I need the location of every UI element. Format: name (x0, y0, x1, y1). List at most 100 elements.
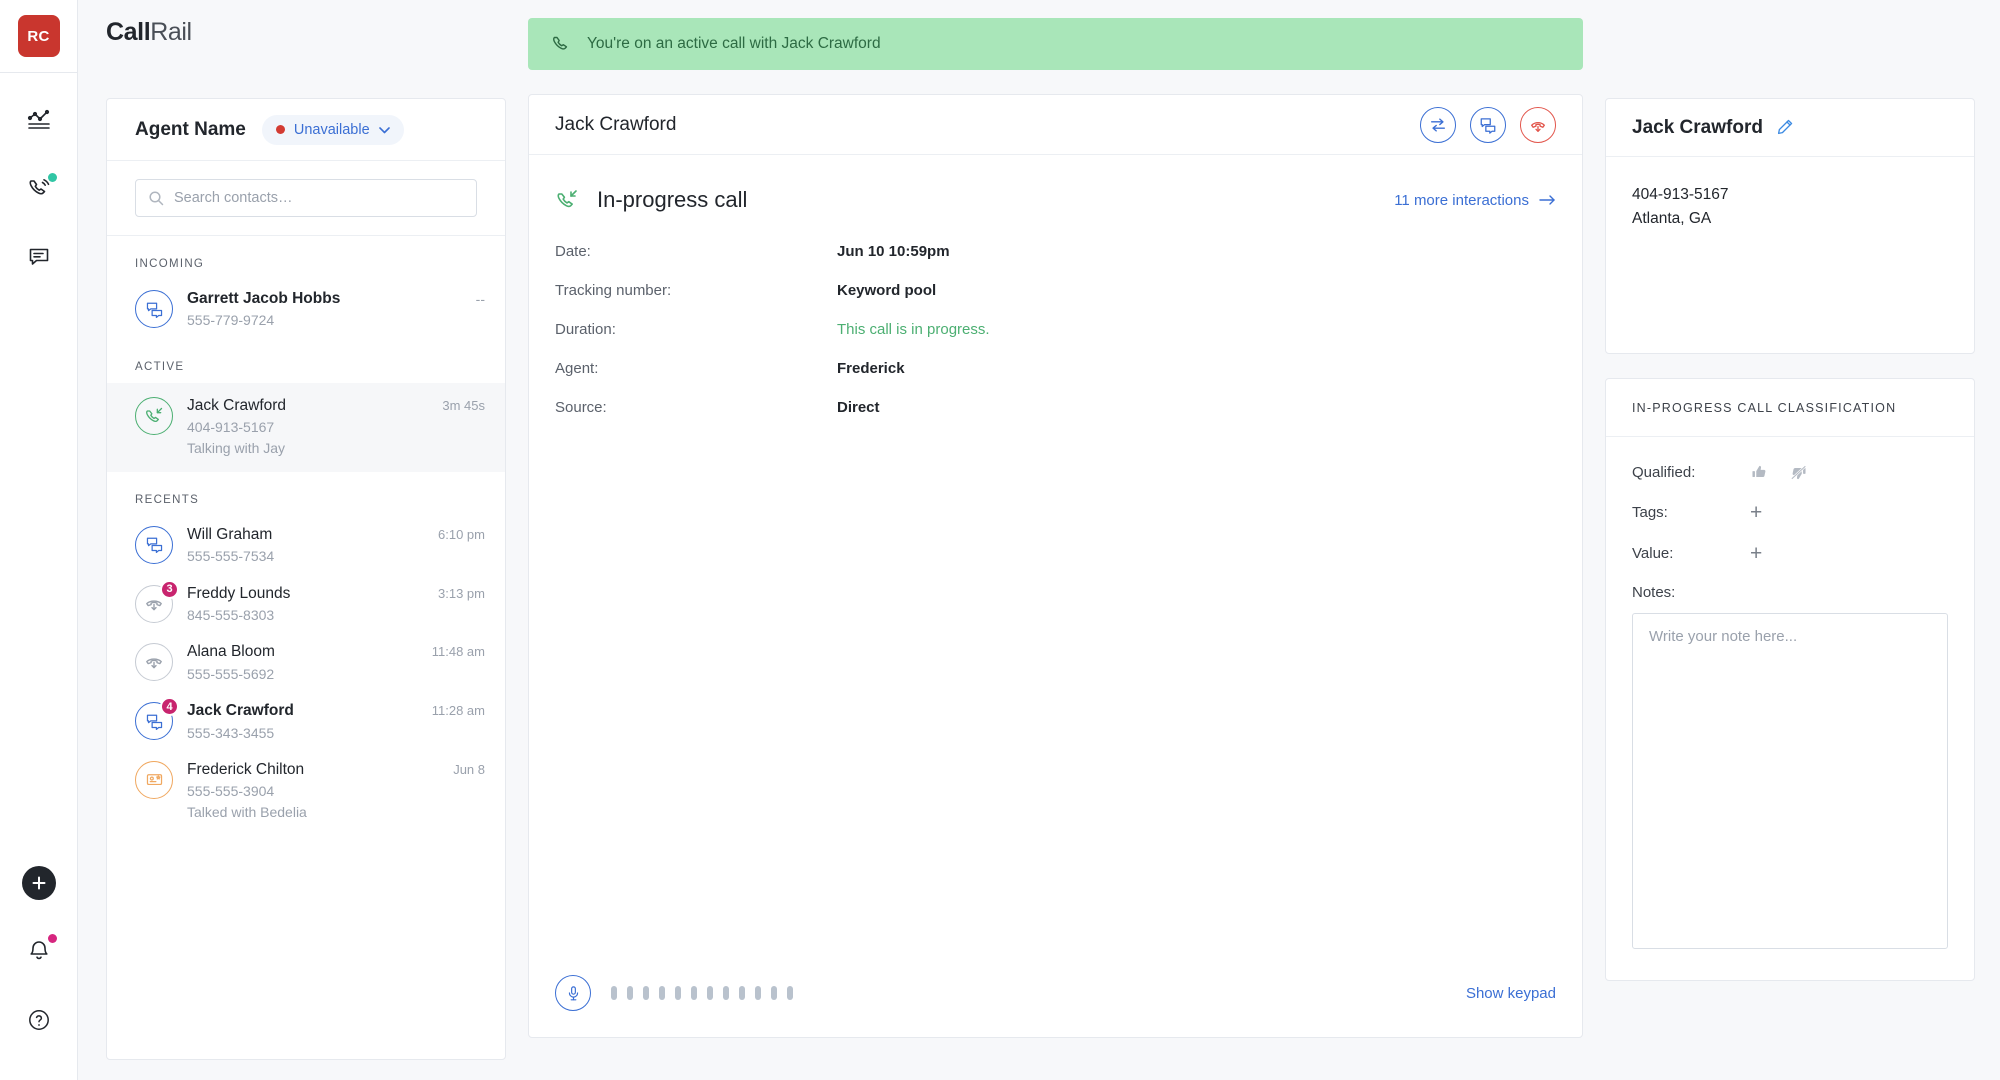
account-avatar[interactable]: RC (17, 15, 60, 57)
contact-info-line: Atlanta, GA (1632, 210, 1712, 228)
rail-item-messages[interactable] (19, 237, 59, 277)
audio-meter-bar (643, 986, 649, 1000)
call-contact-name: Jack Crawford (555, 113, 677, 135)
search-input[interactable] (174, 190, 464, 206)
mute-microphone-button[interactable] (555, 975, 591, 1011)
contact-phone: 555-555-3904 (187, 783, 275, 800)
bell-icon (27, 938, 51, 962)
contacts-group-label: INCOMING (135, 258, 205, 270)
audio-meter-bar (755, 986, 761, 1000)
contact-subtext: Talking with Jay (187, 439, 286, 456)
notes-textarea[interactable] (1632, 613, 1948, 949)
contact-text: Garrett Jacob Hobbs 555-779-9724 (187, 288, 462, 331)
agent-status-dropdown[interactable]: Unavailable (261, 114, 404, 145)
call-card: Jack Crawford In-progress call 11 more i… (528, 94, 1583, 1038)
audio-meter-bar (691, 986, 697, 1000)
microphone-icon (565, 985, 582, 1002)
audio-meter-bar (723, 986, 729, 1000)
audio-level-meter (611, 986, 793, 1000)
contact-timestamp: 11:48 am (431, 644, 485, 660)
contact-list-item[interactable]: Alana Bloom 555-555-5692 11:48 am (107, 633, 505, 692)
notes-label: Notes: (1632, 584, 1676, 601)
rail-item-calls[interactable] (19, 169, 59, 209)
classification-label: Value: (1632, 545, 1674, 562)
left-icon-rail: RC (0, 0, 78, 1080)
add-value-button[interactable]: + (1750, 543, 1762, 564)
audio-meter-bar (659, 986, 665, 1000)
add-button[interactable] (21, 866, 56, 900)
contact-info-panel: Jack Crawford 404-913-5167 Atlanta, GA (1605, 98, 1975, 354)
contact-timestamp: 3:13 pm (438, 585, 485, 601)
brand-logo-bold: Call (106, 18, 151, 46)
call-detail-value: Keyword pool (837, 282, 937, 299)
call-action-buttons (1420, 106, 1556, 143)
contacts-group-label: ACTIVE (135, 360, 185, 373)
qualified-toggle-group (1750, 463, 1808, 482)
call-detail-row: Agent: Frederick (555, 360, 1556, 377)
classification-label: Tags: (1632, 504, 1668, 521)
call-column: You're on an active call with Jack Crawf… (506, 0, 1605, 1080)
contact-text: Jack Crawford 404-913-5167 Talking with … (187, 395, 428, 458)
phone-icon (550, 34, 571, 55)
contact-list-item[interactable]: 3 Freddy Lounds 845-555-8303 3:13 pm (107, 575, 505, 634)
contact-name: Frederick Chilton (187, 760, 305, 778)
more-interactions-link[interactable]: 11 more interactions (1394, 192, 1556, 209)
messages-icon (27, 245, 51, 269)
search-section (107, 161, 505, 236)
help-button[interactable] (19, 1000, 59, 1040)
contact-phone: 555-555-5692 (187, 665, 275, 682)
three-column-layout: Agent Name Unavailable Search contacts… … (78, 0, 2000, 1080)
contact-list-item[interactable]: Garrett Jacob Hobbs 555-779-9724 -- (107, 280, 505, 339)
send-message-button[interactable] (1470, 106, 1506, 143)
show-keypad-link[interactable]: Show keypad (1466, 985, 1556, 1002)
voicemail-icon (144, 594, 164, 614)
contact-list-item[interactable]: 4 Jack Crawford 555-343-3455 11:28 am (107, 692, 505, 751)
search-box[interactable] (135, 179, 477, 217)
mic-controls (555, 975, 793, 1011)
call-detail-value: Jun 10 10:59pm (837, 243, 950, 260)
message-bubbles-icon (145, 712, 164, 731)
call-classification-panel: IN-PROGRESS CALL CLASSIFICATION Qualifie… (1605, 378, 1975, 981)
edit-pencil-icon[interactable] (1775, 118, 1794, 137)
rail-item-analytics[interactable] (19, 101, 59, 141)
contact-phone: 845-555-8303 (187, 607, 275, 624)
app-root: RC CallRail Agent Name Unavailable Searc… (0, 0, 2000, 1080)
contact-list-item[interactable]: Will Graham 555-555-7534 6:10 pm (107, 516, 505, 575)
add-tags-button[interactable]: + (1750, 502, 1762, 523)
brand-logo-light: Rail (150, 18, 192, 46)
thumbs-up-icon[interactable] (1750, 463, 1769, 482)
message-bubbles-icon (1479, 116, 1497, 134)
call-detail-label: Date: (555, 243, 591, 260)
audio-meter-bar (739, 986, 745, 1000)
hangup-icon (1529, 116, 1547, 134)
contact-list-item[interactable]: Jack Crawford 404-913-5167 Talking with … (107, 382, 505, 472)
right-column: Jack Crawford 404-913-5167 Atlanta, GA IN… (1605, 0, 1975, 1080)
contact-avatar: 3 (135, 579, 179, 623)
transfer-call-button[interactable] (1420, 106, 1456, 143)
notifications-button[interactable] (19, 930, 59, 970)
classification-row: Value: + (1632, 543, 1948, 564)
classification-row: Tags: + (1632, 502, 1948, 523)
calls-status-dot (47, 173, 57, 182)
phone-calls-icon (27, 177, 51, 201)
call-detail-value: Direct (837, 399, 880, 416)
thumbs-down-icon[interactable] (1789, 463, 1808, 482)
contact-text: Freddy Lounds 845-555-8303 (187, 583, 424, 626)
contact-timestamp: 3m 45s (442, 397, 485, 413)
status-indicator-dot (275, 125, 285, 134)
contact-avatar (135, 525, 173, 564)
chevron-down-icon (378, 126, 390, 134)
contact-avatar (135, 643, 173, 682)
call-detail-value: Frederick (837, 360, 905, 377)
contact-text: Jack Crawford 555-343-3455 (187, 700, 418, 743)
call-card-footer: Show keypad (529, 975, 1582, 1037)
contact-list-item[interactable]: Frederick Chilton 555-555-3904 Talked wi… (107, 751, 505, 830)
call-detail-row: Tracking number: Keyword pool (555, 282, 1556, 299)
rail-bottom-actions (19, 866, 59, 1080)
contact-avatar (135, 760, 173, 799)
end-call-button[interactable] (1520, 106, 1556, 143)
contact-name: Will Graham (187, 525, 273, 543)
transfer-icon (1429, 116, 1447, 134)
classification-row: Qualified: (1632, 463, 1948, 482)
audio-meter-bar (771, 986, 777, 1000)
